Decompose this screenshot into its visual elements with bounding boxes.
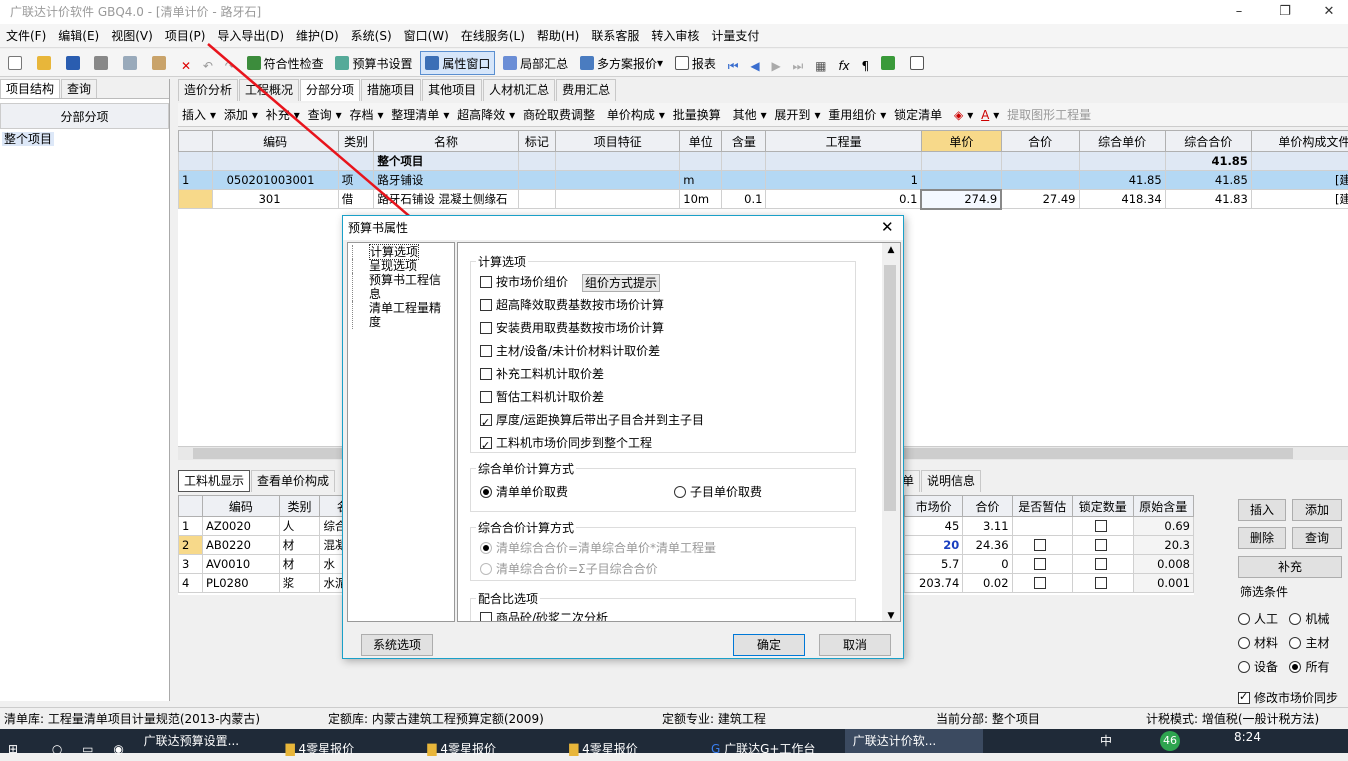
- radio-total-formula-1[interactable]: 清单综合合价=清单综合单价*清单工程量: [480, 539, 716, 556]
- search-icon[interactable]: ○: [44, 737, 70, 761]
- option-checkbox[interactable]: [480, 276, 492, 288]
- status-quota-major: 定额专业: 建筑工程: [662, 708, 766, 730]
- browser-icon[interactable]: ◉: [105, 737, 131, 761]
- status-current-part: 当前分部: 整个项目: [936, 708, 1040, 730]
- task-quote-3[interactable]: ▇ 4零星报价: [561, 737, 699, 761]
- mix-title: 配合比选项: [476, 590, 540, 607]
- radio-total-formula-2[interactable]: 清单综合合价=Σ子目综合合价: [480, 560, 658, 577]
- pricing-tip-button[interactable]: 组价方式提示: [582, 274, 660, 292]
- nav-project-info[interactable]: 预算书工程信息: [352, 273, 450, 301]
- total-price-title: 综合合价计算方式: [476, 519, 576, 536]
- nav-quantity-precision[interactable]: 清单工程量精度: [352, 301, 450, 329]
- system-options-button[interactable]: 系统选项: [361, 634, 433, 656]
- task-quote-2[interactable]: ▇ 4零星报价: [419, 737, 557, 761]
- option-label: 工料机市场价同步到整个工程: [496, 436, 652, 450]
- tray-badge[interactable]: 46: [1160, 731, 1180, 751]
- status-bar: 清单库: 工程量清单项目计量规范(2013-内蒙古) 定额库: 内蒙古建筑工程预…: [0, 707, 1348, 729]
- option-checkbox[interactable]: [480, 322, 492, 334]
- task-glodon-pricing[interactable]: 广联达计价软...: [845, 729, 983, 753]
- option-label: 超高降效取费基数按市场价计算: [496, 298, 664, 312]
- tray-time: 8:24: [1234, 725, 1261, 749]
- dialog-scrollbar[interactable]: ▲ ▼: [882, 243, 900, 622]
- start-icon[interactable]: ⊞: [0, 737, 40, 761]
- unit-price-title: 综合单价计算方式: [476, 460, 576, 477]
- calc-option-3[interactable]: 安装费用取费基数按市场价计算: [480, 317, 860, 340]
- mix-option[interactable]: 商品砼/砂浆二次分析: [480, 609, 608, 622]
- taskbar: ⊞ ○ ▭ ◉ 广联达预算设置... ▇ 4零星报价 ▇ 4零星报价 ▇ 4零星…: [0, 729, 1348, 753]
- option-checkbox[interactable]: [480, 391, 492, 403]
- option-label: 按市场价组价: [496, 275, 568, 289]
- dialog-close-icon[interactable]: ✕: [881, 218, 894, 236]
- option-label: 厚度/运距换算后带出子目合并到主子目: [496, 413, 704, 427]
- option-label: 暂估工料机计取价差: [496, 390, 604, 404]
- taskview-icon[interactable]: ▭: [74, 737, 101, 761]
- options-area: 计算选项 按市场价组价超高降效取费基数按市场价计算安装费用取费基数按市场价计算主…: [457, 242, 901, 622]
- status-quota-lib: 定额库: 内蒙古建筑工程预算定额(2009): [328, 708, 544, 730]
- calc-option-5[interactable]: 补充工料机计取价差: [480, 363, 860, 386]
- dialog-nav-tree: 计算选项 呈现选项 预算书工程信息 清单工程量精度: [347, 242, 455, 622]
- radio-sub-price[interactable]: 子目单价取费: [674, 483, 762, 500]
- nav-display-options[interactable]: 呈现选项: [352, 259, 450, 273]
- option-checkbox[interactable]: [480, 368, 492, 380]
- calc-option-1[interactable]: 按市场价组价: [480, 271, 860, 294]
- status-list-lib: 清单库: 工程量清单项目计量规范(2013-内蒙古): [4, 708, 260, 730]
- option-checkbox[interactable]: [480, 345, 492, 357]
- dialog-title: 预算书属性: [343, 216, 903, 240]
- tray-lang[interactable]: 中: [1100, 729, 1112, 753]
- calc-option-8[interactable]: 工料机市场价同步到整个工程: [480, 432, 860, 455]
- nav-calc-options[interactable]: 计算选项: [369, 244, 419, 260]
- option-label: 主材/设备/未计价材料计取价差: [496, 344, 660, 358]
- option-checkbox[interactable]: [480, 437, 492, 449]
- calc-option-2[interactable]: 超高降效取费基数按市场价计算: [480, 294, 860, 317]
- cancel-button[interactable]: 取消: [819, 634, 891, 656]
- option-checkbox[interactable]: [480, 414, 492, 426]
- ok-button[interactable]: 确定: [733, 634, 805, 656]
- option-checkbox[interactable]: [480, 299, 492, 311]
- budget-properties-dialog: 预算书属性 ✕ 计算选项 呈现选项 预算书工程信息 清单工程量精度 计算选项 按…: [342, 215, 904, 659]
- radio-list-price[interactable]: 清单单价取费: [480, 483, 568, 500]
- calc-options-title: 计算选项: [476, 253, 528, 270]
- calc-option-list: 按市场价组价超高降效取费基数按市场价计算安装费用取费基数按市场价计算主材/设备/…: [480, 271, 860, 455]
- calc-option-6[interactable]: 暂估工料机计取价差: [480, 386, 860, 409]
- option-label: 补充工料机计取价差: [496, 367, 604, 381]
- task-glodon-workbench[interactable]: G 广联达G+工作台: [703, 737, 841, 761]
- task-budget-settings[interactable]: 广联达预算设置...: [136, 729, 274, 753]
- calc-option-7[interactable]: 厚度/运距换算后带出子目合并到主子目: [480, 409, 860, 432]
- status-tax-mode: 计税模式: 增值税(一般计税方法): [1146, 708, 1319, 730]
- task-quote-1[interactable]: ▇ 4零星报价: [277, 737, 415, 761]
- calc-option-4[interactable]: 主材/设备/未计价材料计取价差: [480, 340, 860, 363]
- option-label: 安装费用取费基数按市场价计算: [496, 321, 664, 335]
